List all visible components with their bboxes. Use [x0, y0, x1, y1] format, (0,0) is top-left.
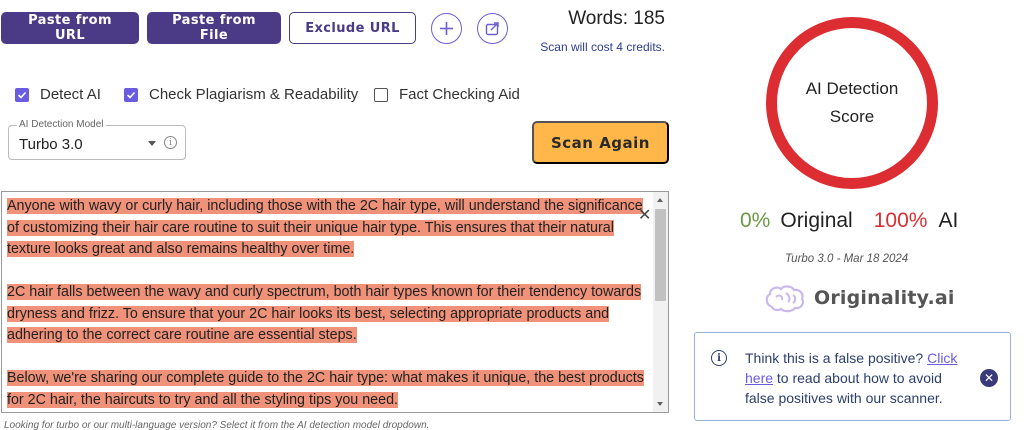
credits-cost: Scan will cost 4 credits.	[540, 40, 665, 54]
share-button[interactable]	[477, 13, 508, 44]
detect-ai-checkbox[interactable]	[15, 87, 29, 102]
scrollbar[interactable]	[653, 192, 668, 412]
content-text: Anyone with wavy or curly hair, includin…	[7, 196, 652, 412]
paragraph: Below, we're sharing our complete guide …	[7, 370, 644, 408]
scrollbar-thumb[interactable]	[655, 209, 666, 301]
brand-name: Originality.ai	[814, 287, 955, 309]
checkmark-icon	[17, 91, 27, 99]
detect-ai-label: Detect AI	[40, 86, 101, 103]
model-select-legend: AI Detection Model	[17, 119, 106, 130]
fact-check-checkbox[interactable]	[374, 87, 388, 102]
detect-ai-option[interactable]: Detect AI	[15, 86, 101, 103]
scroll-up-icon[interactable]	[657, 198, 663, 202]
ai-label: AI	[938, 209, 959, 232]
original-percent: 0%	[740, 209, 771, 232]
ai-detection-model-select[interactable]: AI Detection Model Turbo 3.0 i	[8, 119, 186, 160]
paste-from-file-button[interactable]: Paste from File	[147, 12, 281, 44]
plagiarism-checkbox[interactable]	[124, 87, 138, 102]
plus-icon	[440, 22, 453, 35]
brain-logo-icon	[765, 285, 805, 313]
original-label: Original	[780, 209, 853, 232]
model-hint-text: Looking for turbo or our multi-language …	[4, 420, 430, 430]
paste-from-url-button[interactable]: Paste from URL	[1, 12, 139, 44]
word-count: Words: 185	[568, 8, 665, 29]
exclude-url-button[interactable]: Exclude URL	[289, 12, 416, 44]
paragraph: Anyone with wavy or curly hair, includin…	[7, 198, 643, 257]
ai-percent: 100%	[873, 209, 928, 232]
score-summary: 0% Original 100% AI	[740, 209, 958, 233]
scroll-down-icon[interactable]	[657, 402, 663, 406]
ai-score-ring: AI Detection Score	[766, 17, 938, 189]
brand-logo: Originality.ai	[762, 283, 955, 313]
caret-down-icon	[148, 141, 156, 146]
scan-again-button[interactable]: Scan Again	[532, 121, 669, 164]
score-title: AI Detection Score	[805, 79, 899, 126]
add-button[interactable]	[431, 13, 462, 44]
false-positive-text: Think this is a false positive? Click he…	[745, 350, 958, 406]
plagiarism-label: Check Plagiarism & Readability	[149, 86, 359, 103]
info-icon[interactable]: i	[164, 136, 177, 149]
share-icon	[485, 22, 499, 36]
model-date: Turbo 3.0 - Mar 18 2024	[785, 253, 909, 265]
checkmark-icon	[126, 91, 136, 99]
close-icon[interactable]: ✕	[980, 369, 998, 387]
plagiarism-option[interactable]: Check Plagiarism & Readability	[124, 86, 358, 103]
model-select-value: Turbo 3.0	[19, 136, 83, 153]
fact-check-label: Fact Checking Aid	[399, 86, 520, 103]
paragraph: 2C hair falls between the wavy and curly…	[7, 284, 642, 343]
clear-text-icon[interactable]: ✕	[638, 205, 651, 224]
content-textarea[interactable]: Anyone with wavy or curly hair, includin…	[1, 191, 669, 413]
info-icon: i	[711, 350, 727, 366]
fact-check-option[interactable]: Fact Checking Aid	[374, 86, 520, 103]
false-positive-notice: i Think this is a false positive? Click …	[694, 332, 1011, 421]
